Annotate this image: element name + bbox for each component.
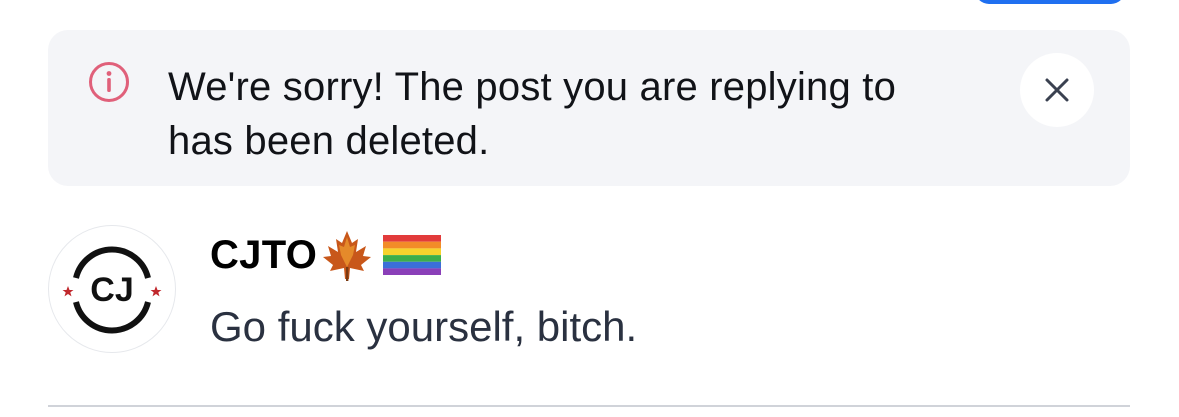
close-notice-button[interactable]: [1020, 53, 1094, 127]
avatar[interactable]: CJ: [48, 225, 176, 353]
top-action-button-edge[interactable]: [975, 0, 1125, 4]
deleted-post-notice: We're sorry! The post you are replying t…: [48, 30, 1130, 186]
cj-logo-avatar: CJ: [62, 246, 162, 334]
notice-message: We're sorry! The post you are replying t…: [168, 65, 897, 163]
author-name[interactable]: CJTO: [210, 233, 317, 278]
divider: [48, 405, 1130, 407]
info-icon: [89, 62, 129, 102]
maple-leaf-emoji-icon: [323, 231, 372, 281]
close-icon: [1045, 78, 1069, 102]
post-body-text: Go fuck yourself, bitch.: [210, 303, 638, 350]
post-author-row: CJTO: [210, 227, 442, 283]
avatar-initials: CJ: [90, 271, 133, 309]
rainbow-flag-emoji-icon: [383, 235, 442, 275]
reply-post[interactable]: CJ CJTO Go fuck yourself, bitch.: [48, 225, 1130, 355]
